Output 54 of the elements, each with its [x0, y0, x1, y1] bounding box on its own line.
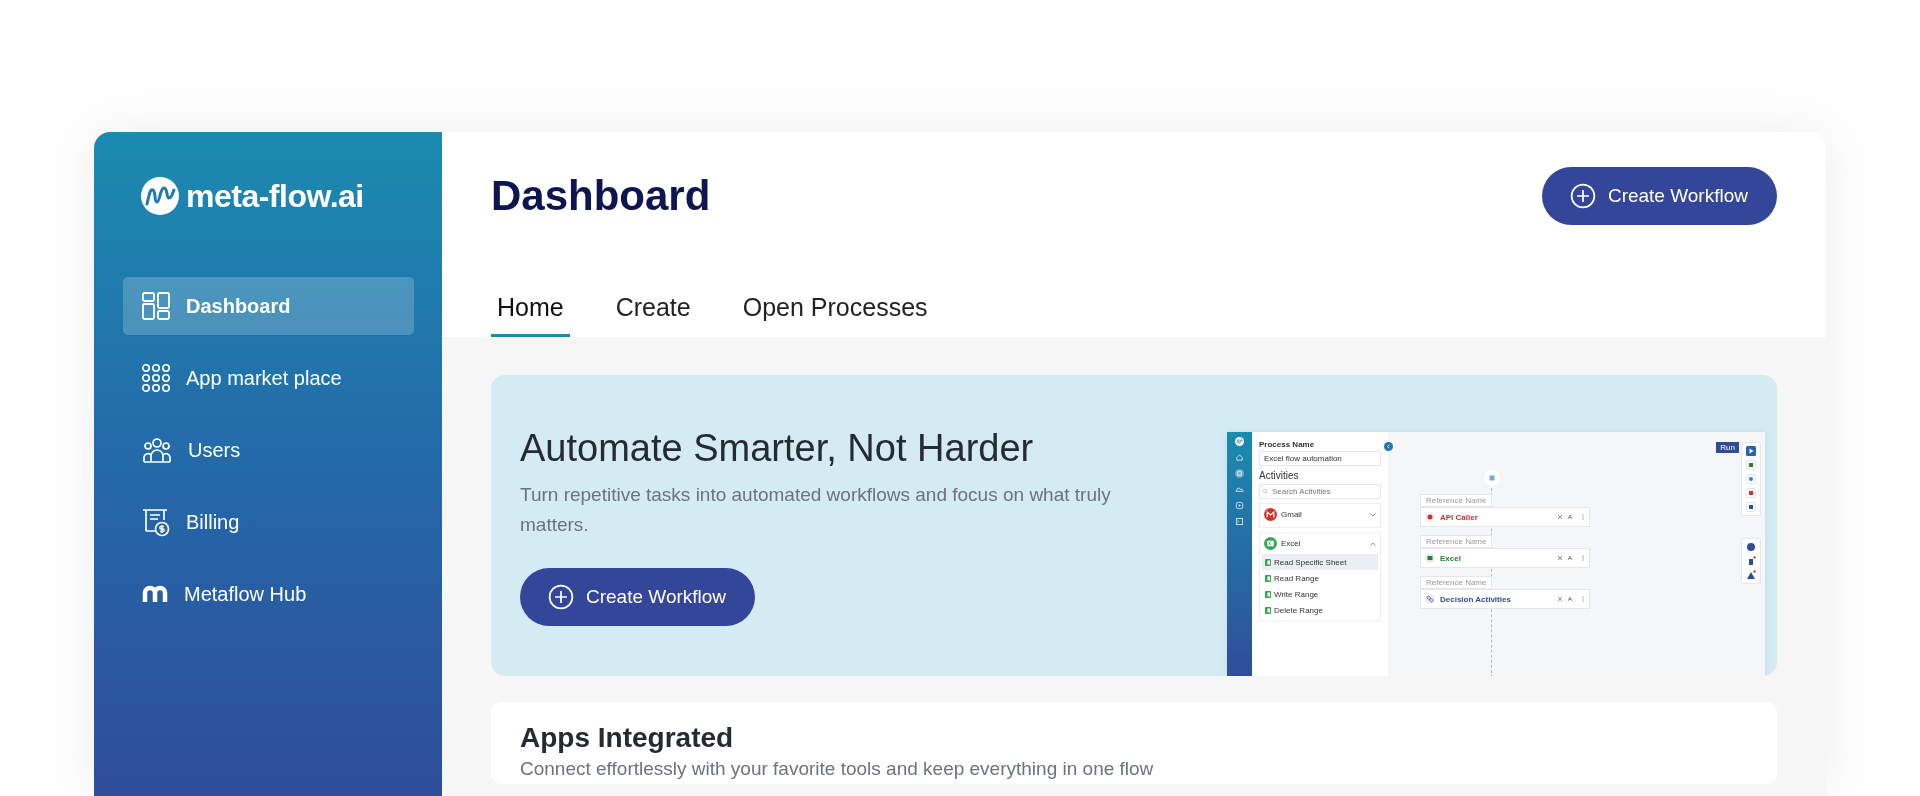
- banner-subtitle: Turn repetitive tasks into automated workflows and focus on what truly matters.: [520, 483, 1112, 537]
- search-field[interactable]: Search Activities: [1259, 484, 1381, 499]
- logo-text: meta-flow.ai: [186, 177, 364, 215]
- cloud-icon: [1235, 485, 1244, 494]
- sidebar-item[interactable]: App market place: [123, 349, 414, 407]
- flow-node[interactable]: Decision Activities: [1420, 589, 1590, 609]
- reference-label: Reference Name: [1420, 576, 1493, 589]
- home-icon: [1235, 453, 1244, 462]
- flow-node[interactable]: API Caller: [1420, 507, 1590, 527]
- search-icon: [1263, 489, 1268, 494]
- tab[interactable]: Home: [491, 289, 570, 337]
- sidebar-item[interactable]: Billing: [123, 493, 414, 551]
- warning-icon[interactable]: [1746, 570, 1756, 580]
- users-icon: [142, 436, 172, 464]
- section-title: Apps Integrated: [520, 722, 735, 754]
- billing-icon: [142, 507, 170, 537]
- group-header[interactable]: Gmail: [1262, 504, 1378, 525]
- reference-label: Reference Name: [1420, 494, 1493, 507]
- section-subtitle: Connect effortlessly with your favorite tools and keep everything in one flow: [520, 758, 1155, 780]
- chevron-icon: [1370, 541, 1376, 546]
- field-label: Process Name: [1259, 440, 1316, 449]
- activity-item[interactable]: Read Range: [1262, 570, 1378, 586]
- chevron-icon: [1370, 512, 1376, 517]
- tab[interactable]: Open Processes: [736, 289, 934, 337]
- panel-title: Activities: [1259, 470, 1300, 481]
- create-workflow-button[interactable]: Create Workflow: [520, 568, 756, 626]
- activity-item[interactable]: Write Range: [1262, 586, 1378, 602]
- start-node-icon: [1484, 470, 1500, 486]
- activity-item[interactable]: Delete Range: [1262, 602, 1378, 618]
- plus-circle-icon: [548, 584, 574, 610]
- collapse-icon[interactable]: [1384, 442, 1393, 451]
- play-icon: [1235, 501, 1244, 510]
- create-workflow-button[interactable]: Create Workflow: [1541, 167, 1777, 225]
- activity-item[interactable]: Read Specific Sheet: [1262, 554, 1378, 570]
- page-title: Dashboard: [491, 172, 711, 220]
- reference-label: Reference Name: [1420, 535, 1493, 548]
- logo-icon: [140, 176, 180, 216]
- m-logo-icon: [142, 585, 168, 603]
- run-button[interactable]: Run: [1716, 442, 1739, 453]
- process-name-field[interactable]: Excel flow automation: [1259, 451, 1381, 466]
- dashboard-icon: [142, 292, 170, 320]
- group-header[interactable]: Excel: [1262, 533, 1378, 554]
- link-icon: [1425, 594, 1435, 604]
- terminal-icon: [1235, 517, 1244, 526]
- plus-circle-icon: [1569, 183, 1596, 209]
- sidebar-item[interactable]: Users: [123, 421, 414, 479]
- flow-node[interactable]: Excel: [1420, 548, 1590, 568]
- mail-icon: [1264, 508, 1277, 521]
- play-icon[interactable]: [1746, 446, 1756, 456]
- logo-icon: [1235, 437, 1244, 446]
- tab[interactable]: Create: [609, 289, 697, 337]
- app-grid-icon: [142, 364, 170, 392]
- banner-title: Automate Smarter, Not Harder: [520, 427, 1035, 470]
- sidebar-item[interactable]: Metaflow Hub: [123, 565, 414, 623]
